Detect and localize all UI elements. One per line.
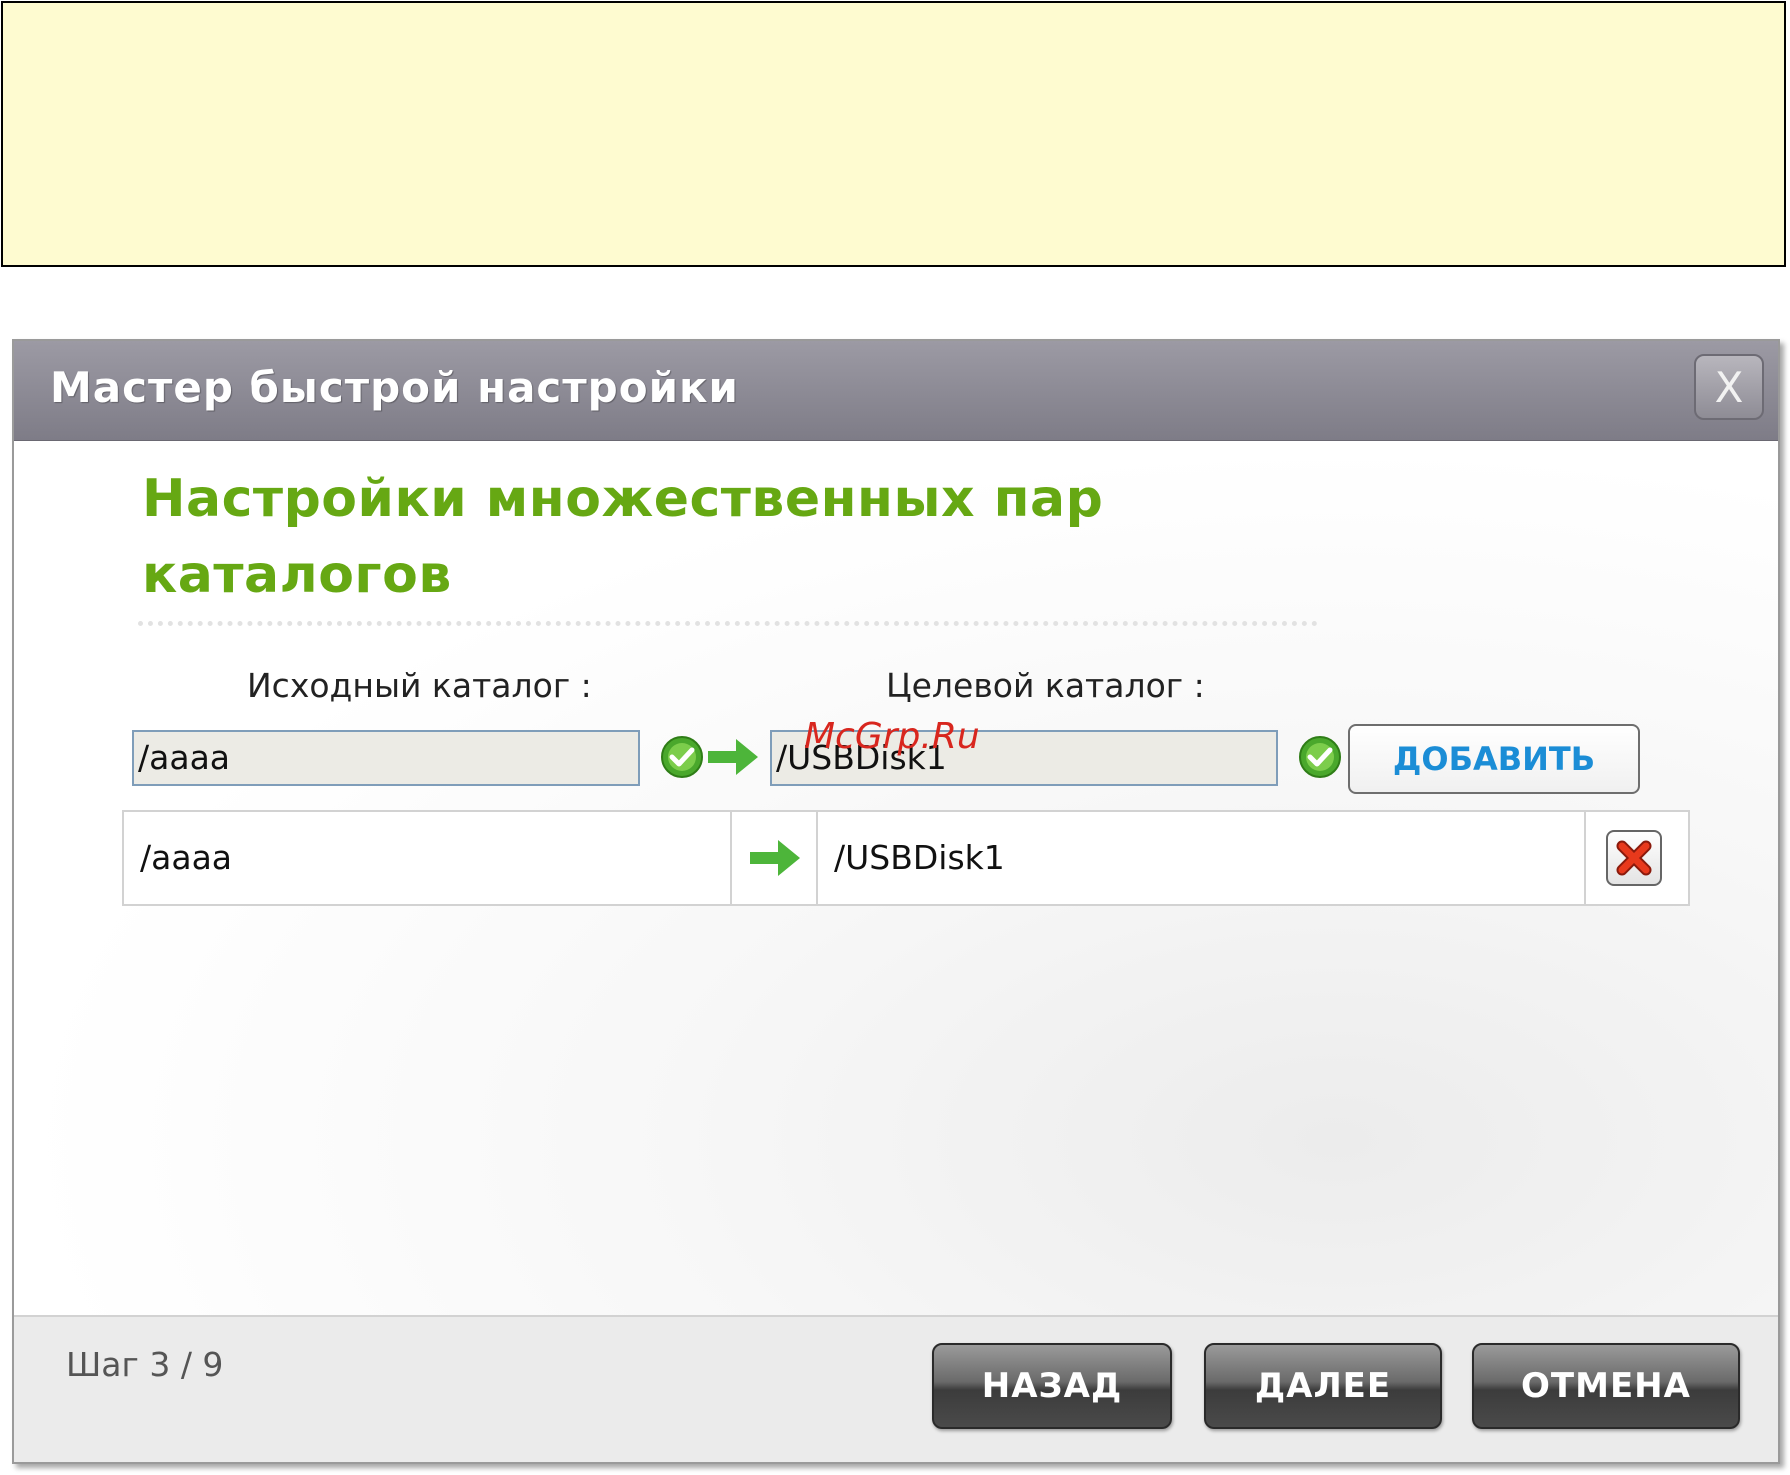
- heading-separator: [138, 621, 1318, 626]
- note-box: [1, 1, 1786, 267]
- step-indicator: Шаг 3 / 9: [66, 1345, 224, 1384]
- pair-source-text: /aaaa: [140, 838, 233, 877]
- dialog-titlebar: Мастер быстрой настройки X: [14, 341, 1778, 441]
- dialog-title: Мастер быстрой настройки: [50, 363, 739, 412]
- close-button[interactable]: X: [1694, 354, 1764, 420]
- pair-arrow-cell: [732, 812, 818, 904]
- delete-pair-button[interactable]: [1606, 830, 1662, 886]
- dialog-footer: Шаг 3 / 9 НАЗАД ДАЛЕЕ ОТМЕНА: [14, 1315, 1778, 1462]
- delete-x-icon: [1616, 840, 1652, 876]
- next-button[interactable]: ДАЛЕЕ: [1204, 1343, 1442, 1429]
- source-folder-label: Исходный каталог :: [247, 666, 592, 705]
- pair-source-cell: /aaaa: [124, 812, 732, 904]
- source-folder-input[interactable]: /aaaa: [132, 730, 640, 786]
- watermark: McGrp.Ru: [804, 716, 980, 757]
- add-button[interactable]: ДОБАВИТЬ: [1348, 724, 1640, 794]
- green-arrow-icon: [708, 739, 758, 775]
- pair-target-cell: /USBDisk1: [818, 812, 1586, 904]
- valid-check-icon: [1299, 736, 1341, 778]
- pair-delete-cell: [1586, 812, 1688, 904]
- page-heading: Настройки множественных пар каталогов: [142, 461, 1242, 613]
- dialog-content: Настройки множественных пар каталогов Ис…: [14, 441, 1778, 1315]
- target-folder-label: Целевой каталог :: [886, 666, 1205, 705]
- folder-pair-table: /aaaa /USBDisk1: [122, 810, 1690, 906]
- page-heading-line1: Настройки множественных пар: [142, 469, 1104, 529]
- valid-check-icon: [661, 736, 703, 778]
- green-arrow-icon: [750, 840, 800, 876]
- cancel-button[interactable]: ОТМЕНА: [1472, 1343, 1740, 1429]
- back-button[interactable]: НАЗАД: [932, 1343, 1172, 1429]
- pair-target-text: /USBDisk1: [834, 838, 1005, 877]
- page-heading-line2: каталогов: [142, 545, 452, 605]
- quick-setup-dialog: Мастер быстрой настройки X Настройки мно…: [12, 339, 1780, 1464]
- close-icon: X: [1714, 362, 1744, 412]
